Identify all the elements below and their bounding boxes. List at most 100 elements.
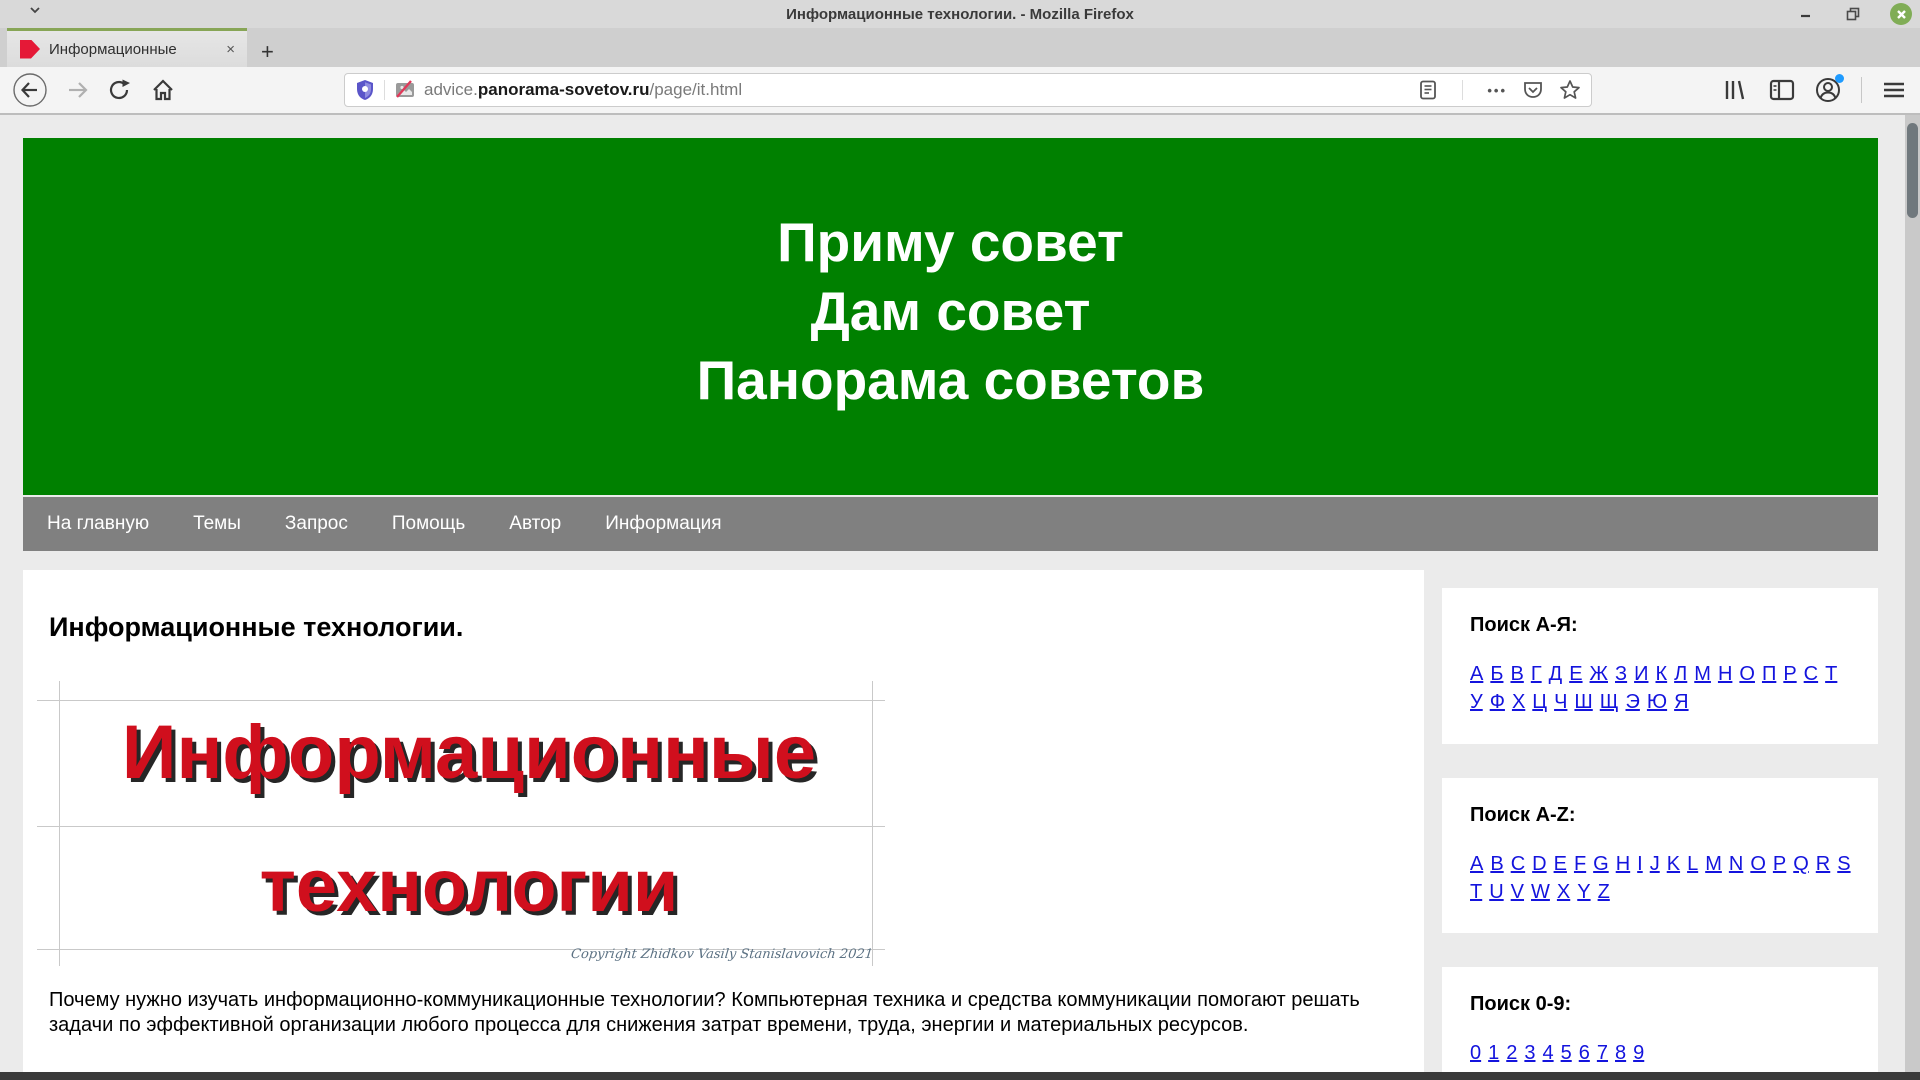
letter-link[interactable]: L: [1687, 853, 1698, 875]
pocket-icon[interactable]: [1522, 80, 1544, 100]
url-bar[interactable]: advice.panorama-sovetov.ru/page/it.html …: [344, 73, 1592, 107]
letter-link[interactable]: У: [1470, 691, 1483, 713]
letter-link[interactable]: Р: [1783, 663, 1796, 685]
url-text[interactable]: advice.panorama-sovetov.ru/page/it.html: [424, 80, 1408, 100]
page-scrollbar[interactable]: [1905, 115, 1920, 1072]
digit-link[interactable]: 0: [1470, 1042, 1481, 1064]
letter-link[interactable]: Ч: [1554, 691, 1567, 713]
library-icon[interactable]: [1723, 78, 1749, 102]
letter-link[interactable]: F: [1574, 853, 1586, 875]
letter-link[interactable]: C: [1511, 853, 1525, 875]
window-titlebar: Информационные технологии. - Mozilla Fir…: [0, 0, 1920, 28]
letter-link[interactable]: H: [1616, 853, 1630, 875]
letter-link[interactable]: О: [1739, 663, 1755, 685]
letter-link[interactable]: D: [1532, 853, 1546, 875]
letter-link[interactable]: G: [1593, 853, 1609, 875]
letter-link[interactable]: Ю: [1647, 691, 1667, 713]
letter-link[interactable]: Е: [1569, 663, 1582, 685]
tracking-protection-shield-icon[interactable]: [355, 79, 375, 101]
letter-link[interactable]: Х: [1512, 691, 1525, 713]
letter-link[interactable]: В: [1510, 663, 1523, 685]
letter-link[interactable]: Q: [1793, 853, 1809, 875]
site-nav-link[interactable]: Темы: [193, 513, 241, 535]
letter-link[interactable]: I: [1637, 853, 1643, 875]
home-button[interactable]: [150, 77, 176, 103]
letter-link[interactable]: И: [1634, 663, 1648, 685]
digit-link[interactable]: 8: [1615, 1042, 1626, 1064]
site-nav-link[interactable]: На главную: [47, 513, 149, 535]
reload-button[interactable]: [108, 78, 132, 102]
letter-link[interactable]: С: [1804, 663, 1818, 685]
sidebar-toggle-icon[interactable]: [1769, 79, 1795, 101]
letter-link[interactable]: Щ: [1600, 691, 1619, 713]
digit-link[interactable]: 6: [1579, 1042, 1590, 1064]
letter-link[interactable]: Ц: [1532, 691, 1547, 713]
site-nav-link[interactable]: Информация: [605, 513, 721, 535]
letter-link[interactable]: U: [1489, 881, 1503, 903]
tab-bar: Информационные × +: [0, 28, 1920, 67]
letter-link[interactable]: A: [1470, 853, 1483, 875]
letter-link[interactable]: Д: [1549, 663, 1563, 685]
digit-link[interactable]: 1: [1488, 1042, 1499, 1064]
bookmark-star-icon[interactable]: [1559, 79, 1581, 101]
letter-link[interactable]: N: [1729, 853, 1743, 875]
letter-link[interactable]: Ф: [1490, 691, 1505, 713]
letter-link[interactable]: Б: [1490, 663, 1503, 685]
article-card: Информационные технологии. Информационны…: [23, 570, 1424, 1072]
letter-link[interactable]: Я: [1674, 691, 1688, 713]
image-gridline: [37, 700, 885, 701]
reader-mode-icon[interactable]: [1418, 79, 1438, 101]
hamburger-menu-icon[interactable]: [1882, 80, 1906, 100]
letter-link[interactable]: P: [1773, 853, 1786, 875]
letter-link[interactable]: E: [1554, 853, 1567, 875]
letter-link[interactable]: V: [1511, 881, 1524, 903]
letter-link[interactable]: Ж: [1590, 663, 1608, 685]
letter-link[interactable]: К: [1655, 663, 1667, 685]
site-nav-link[interactable]: Помощь: [392, 513, 465, 535]
letter-link[interactable]: З: [1615, 663, 1627, 685]
forward-button[interactable]: [66, 78, 90, 102]
digit-link[interactable]: 9: [1633, 1042, 1644, 1064]
letter-link[interactable]: А: [1470, 663, 1483, 685]
site-nav-link[interactable]: Автор: [509, 513, 561, 535]
restore-button[interactable]: [1842, 3, 1864, 25]
letter-link[interactable]: Л: [1674, 663, 1687, 685]
letter-link[interactable]: J: [1650, 853, 1660, 875]
digit-link[interactable]: 4: [1543, 1042, 1554, 1064]
letter-link[interactable]: K: [1667, 853, 1680, 875]
letter-link[interactable]: R: [1816, 853, 1830, 875]
scrollbar-thumb[interactable]: [1907, 123, 1918, 218]
letter-link[interactable]: Ш: [1574, 691, 1592, 713]
search-box-title: Поиск 0-9:: [1470, 993, 1572, 1015]
letter-link[interactable]: Z: [1598, 881, 1610, 903]
letter-link[interactable]: T: [1470, 881, 1482, 903]
digit-link[interactable]: 3: [1524, 1042, 1535, 1064]
digit-link[interactable]: 5: [1561, 1042, 1572, 1064]
new-tab-button[interactable]: +: [261, 41, 274, 63]
digit-link[interactable]: 7: [1597, 1042, 1608, 1064]
letter-link[interactable]: O: [1750, 853, 1766, 875]
site-nav-link[interactable]: Запрос: [285, 513, 348, 535]
letter-link[interactable]: S: [1837, 853, 1850, 875]
back-button[interactable]: [12, 72, 48, 108]
letter-link[interactable]: П: [1762, 663, 1776, 685]
page-actions-icon[interactable]: •••: [1487, 83, 1507, 98]
letter-link[interactable]: W: [1531, 881, 1550, 903]
letter-link[interactable]: Г: [1531, 663, 1542, 685]
close-button[interactable]: [1890, 3, 1912, 25]
minimize-button[interactable]: [1794, 3, 1816, 25]
letter-link[interactable]: M: [1705, 853, 1722, 875]
account-icon[interactable]: [1815, 74, 1844, 103]
letter-link[interactable]: Y: [1577, 881, 1590, 903]
letter-link[interactable]: Э: [1626, 691, 1640, 713]
digit-link[interactable]: 2: [1506, 1042, 1517, 1064]
letter-link[interactable]: X: [1557, 881, 1570, 903]
page-viewport: Приму совет Дам совет Панорама советов Н…: [0, 115, 1920, 1072]
letter-link[interactable]: Т: [1825, 663, 1837, 685]
letter-link[interactable]: Н: [1718, 663, 1732, 685]
tab-close-icon[interactable]: ×: [224, 41, 237, 58]
letter-link[interactable]: B: [1490, 853, 1503, 875]
blocked-images-icon[interactable]: [394, 80, 416, 100]
tab-informacionnye[interactable]: Информационные ×: [7, 28, 247, 67]
letter-link[interactable]: М: [1694, 663, 1711, 685]
